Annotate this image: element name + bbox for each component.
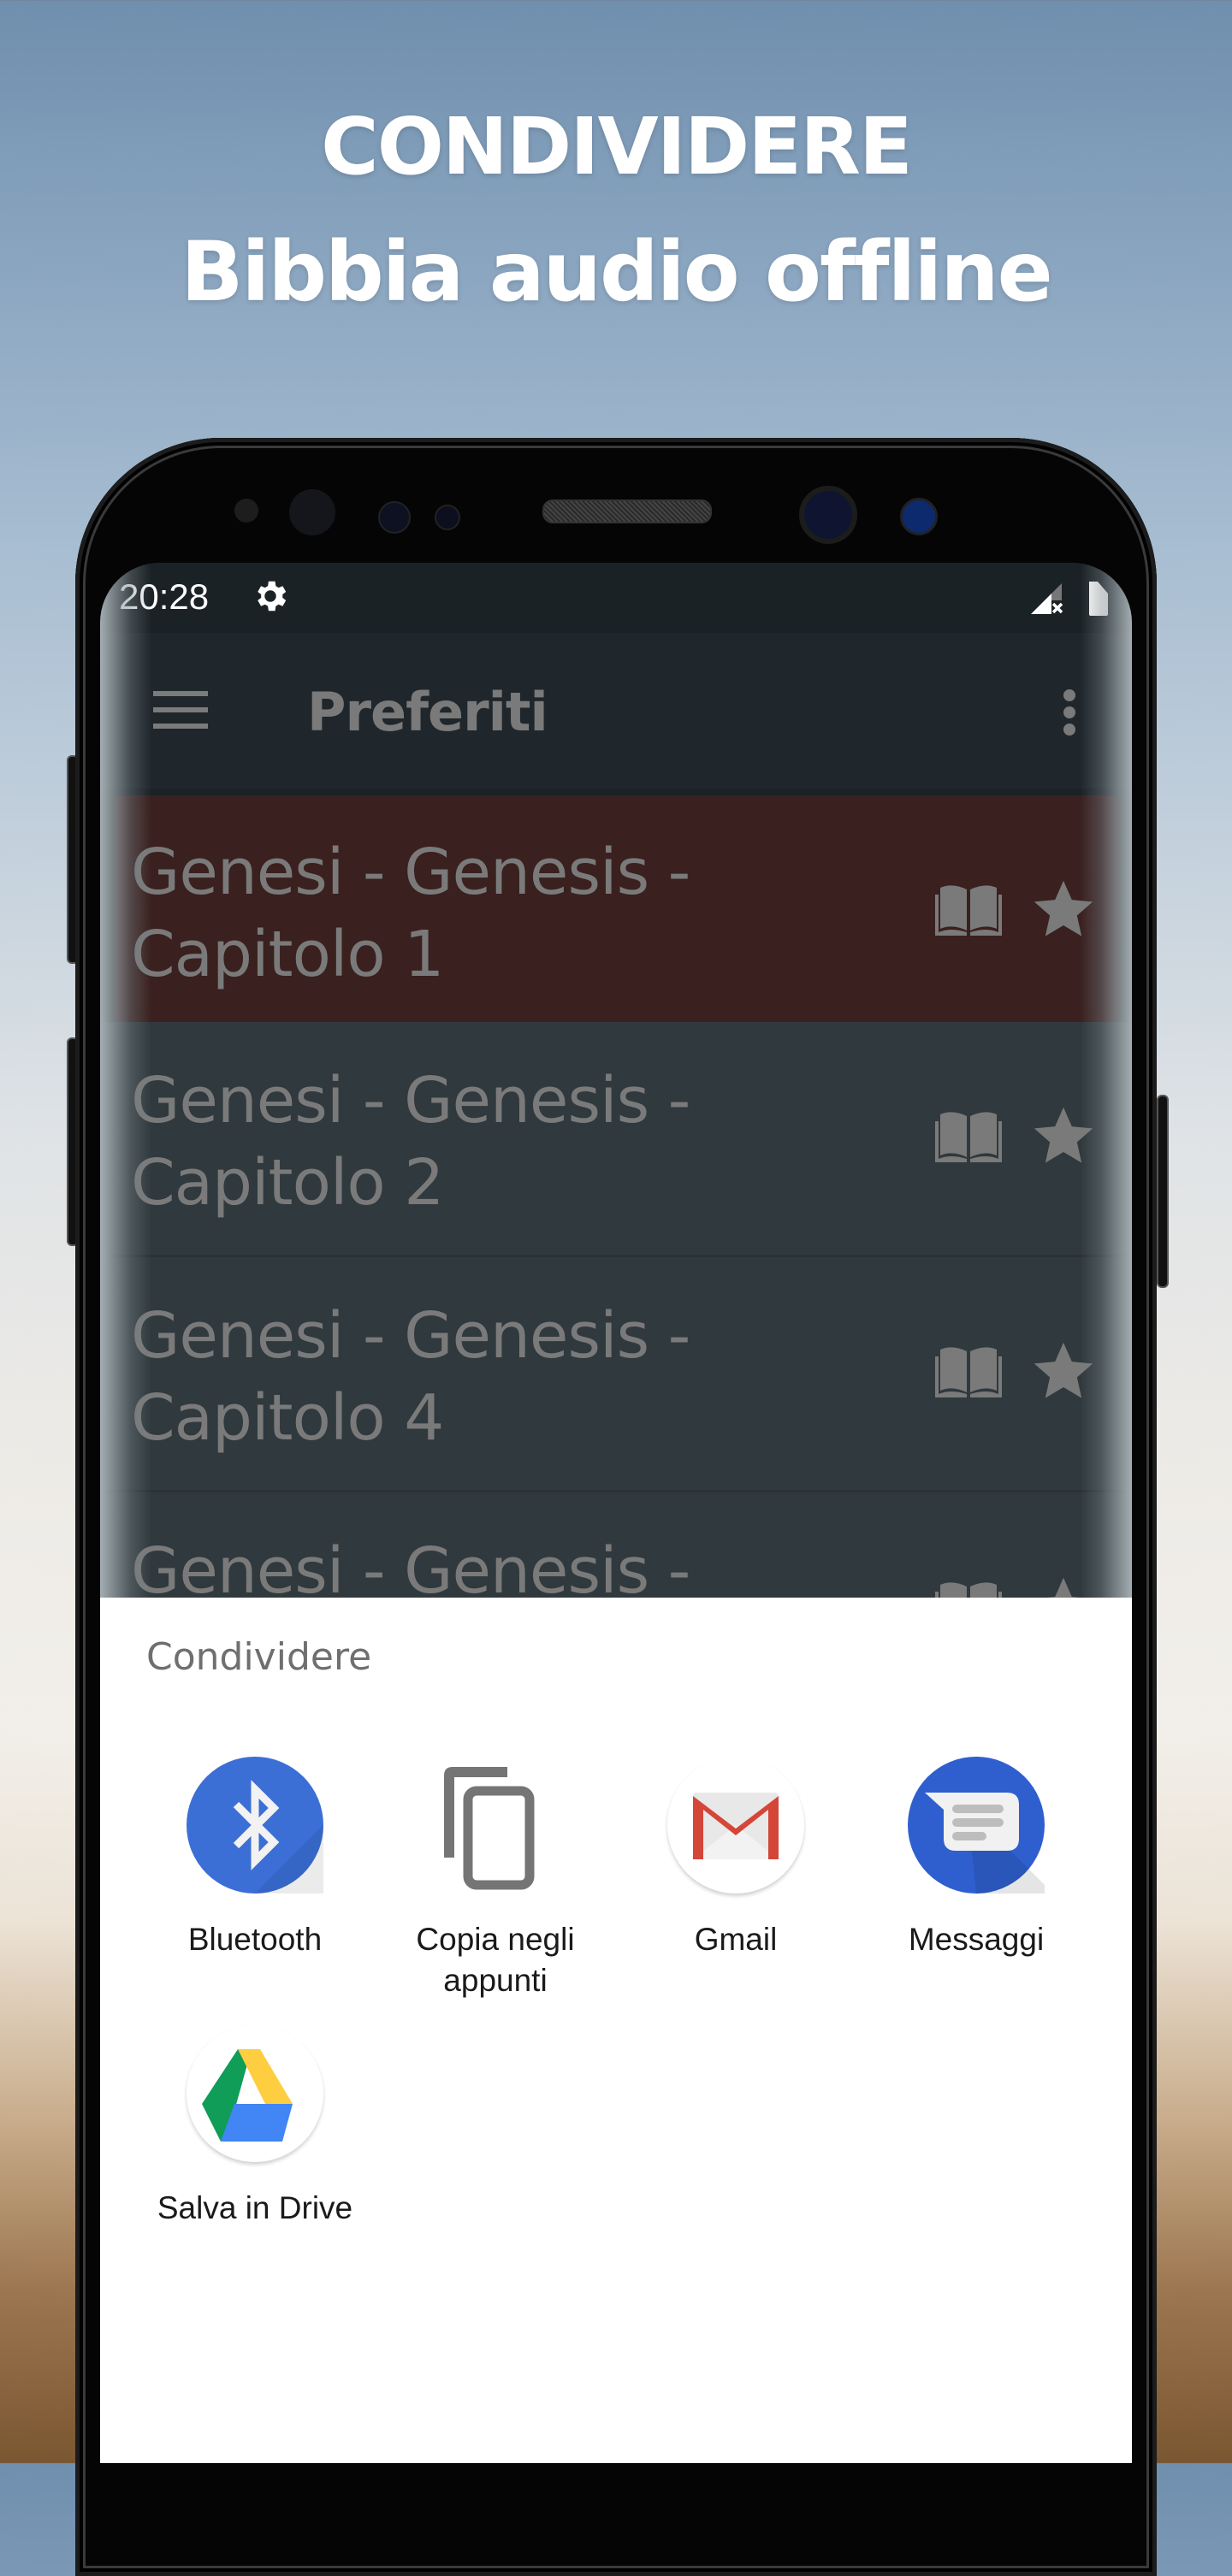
favorite-title-line2: Capitolo 1: [131, 918, 444, 991]
proximity-sensor-icon: [234, 499, 258, 523]
share-target-drive[interactable]: Salva in Drive: [135, 2025, 375, 2229]
iris-camera-icon: [900, 498, 938, 535]
favorite-title: Genesi - Genesis - Capitolo 4: [131, 1295, 690, 1459]
share-target-messages[interactable]: Messaggi: [856, 1757, 1096, 1960]
copy-clipboard-icon: [427, 1757, 564, 1894]
favorite-title-line1: Genesi - Genesis -: [131, 1064, 690, 1137]
page-title: Preferiti: [307, 681, 548, 743]
gmail-icon: [667, 1757, 804, 1894]
signal-no-sim-icon: [1029, 583, 1065, 616]
share-target-label: Copia negli appunti: [416, 1922, 575, 1998]
bluetooth-icon: [187, 1757, 323, 1894]
favorite-title-line2: Capitolo 2: [131, 1146, 444, 1220]
share-target-label: Gmail: [694, 1922, 778, 1957]
google-drive-icon: [187, 2025, 323, 2162]
phone-power-button: [1157, 1095, 1169, 1288]
status-bar: 20:28: [100, 563, 1132, 633]
favorite-title: Genesi - Genesis - Capitolo 1: [131, 831, 690, 996]
share-target-gmail[interactable]: Gmail: [616, 1757, 856, 1960]
star-icon[interactable]: [1031, 1102, 1096, 1167]
share-target-bluetooth[interactable]: Bluetooth: [135, 1757, 375, 1960]
share-sheet: Condividere Bluetooth Copia negli appunt…: [100, 1598, 1132, 2463]
promo-title: CONDIVIDERE: [321, 101, 913, 192]
favorite-row[interactable]: Genesi - Genesis - Capitolo 1: [115, 795, 1117, 1022]
iris-sensor-icon: [289, 489, 335, 535]
status-time: 20:28: [119, 576, 210, 617]
star-icon[interactable]: [1031, 876, 1096, 941]
open-book-icon[interactable]: [935, 1109, 1002, 1164]
app-bar: Preferiti: [100, 633, 1132, 789]
promo-subtitle: Bibbia audio offline: [181, 224, 1053, 320]
overflow-menu-icon[interactable]: [1063, 689, 1075, 741]
star-icon[interactable]: [1031, 1338, 1096, 1403]
favorite-row[interactable]: Genesi - Genesis - Capitolo 4: [100, 1257, 1132, 1492]
hamburger-menu-icon[interactable]: [153, 691, 208, 730]
favorite-title: Genesi - Genesis - Capitolo 2: [131, 1060, 690, 1224]
favorite-row[interactable]: Genesi - Genesis - Capitolo 2: [100, 1022, 1132, 1257]
favorite-title-line1: Genesi - Genesis -: [131, 1299, 690, 1373]
favorite-title-line2: Capitolo 4: [131, 1381, 444, 1455]
front-sensor-icon: [378, 501, 411, 534]
light-sensor-icon: [435, 505, 460, 530]
open-book-icon[interactable]: [935, 1344, 1002, 1399]
messages-icon: [908, 1757, 1045, 1894]
share-target-label: Messaggi: [908, 1922, 1045, 1957]
front-camera-icon: [799, 486, 857, 544]
settings-gear-icon: [251, 576, 290, 616]
share-target-label: Bluetooth: [187, 1922, 323, 1957]
phone-screen: 20:28 Preferiti Genesi - Genesis - Capito…: [100, 563, 1132, 2463]
open-book-icon[interactable]: [935, 883, 1002, 937]
share-target-copy[interactable]: Copia negli appunti: [376, 1757, 615, 2001]
share-target-label: Salva in Drive: [157, 2190, 353, 2225]
earpiece-speaker: [542, 499, 712, 523]
battery-icon: [1087, 582, 1110, 616]
share-sheet-title: Condividere: [146, 1635, 372, 1679]
favorite-title-line1: Genesi - Genesis -: [131, 836, 690, 909]
favorites-list: Genesi - Genesis - Capitolo 1 Genesi - Gen…: [100, 789, 1132, 1728]
